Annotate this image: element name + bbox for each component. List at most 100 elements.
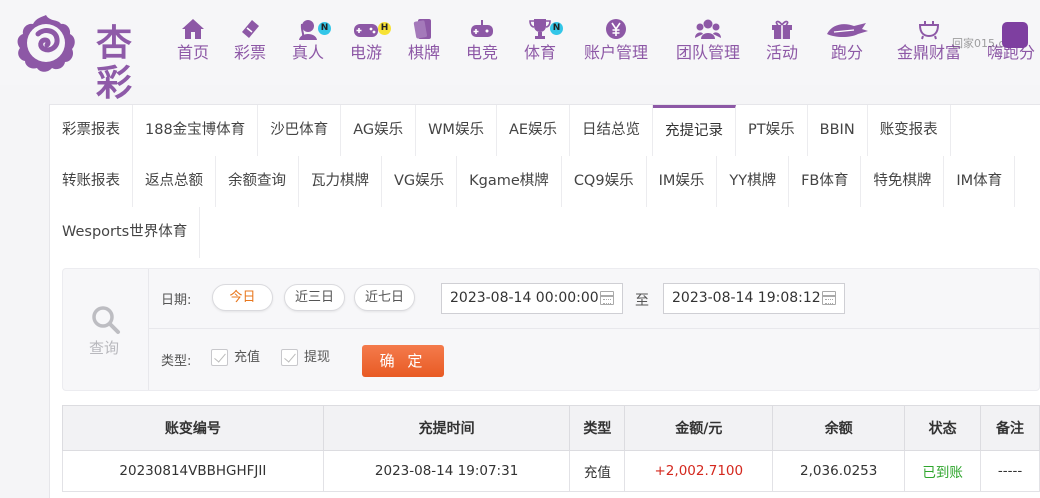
nav-sports-label: 体育	[523, 43, 556, 62]
tab-daily-summary[interactable]: 日结总览	[570, 105, 654, 156]
tab-account-change[interactable]: 账变报表	[868, 105, 951, 156]
live-dealer-icon	[299, 20, 317, 40]
nav-home-label: 首页	[176, 43, 209, 62]
nav-activity-label: 活动	[765, 43, 798, 62]
nav-activity[interactable]: 活动	[765, 18, 799, 70]
to-label: 至	[635, 293, 649, 309]
tab-bbin[interactable]: BBIN	[808, 105, 868, 156]
hi-running-icon	[1002, 22, 1028, 48]
end-datetime-input[interactable]: 2023-08-14 19:08:12	[663, 283, 845, 314]
nav-account[interactable]: 账户管理	[582, 18, 650, 70]
gamepad-icon	[354, 24, 378, 37]
nav-account-label: 账户管理	[583, 43, 648, 62]
tab-transfer-report[interactable]: 转账报表	[50, 156, 133, 207]
nav-sports[interactable]: N 体育	[523, 18, 563, 70]
top-header: 杏彩 首页 彩票 N 真人 H 电游 棋牌 电竞 N 体育 账户管理 团队管理	[0, 0, 1040, 104]
tab-bar-row-2: 转账报表 返点总额 余额查询 瓦力棋牌 VG娱乐 Kgame棋牌 CQ9娱乐 I…	[50, 156, 1016, 207]
records-table: 账变编号 充提时间 类型 金额/元 余额 状态 备注 20230814VBBHG…	[62, 405, 1040, 492]
nav-esports-label: 电竞	[465, 43, 498, 62]
playing-cards-icon	[413, 19, 431, 39]
tab-im-entertainment[interactable]: IM娱乐	[647, 156, 718, 207]
new-badge: N	[550, 22, 563, 35]
nav-running[interactable]: 跑分	[823, 18, 871, 70]
tab-saba-sports[interactable]: 沙巴体育	[258, 105, 342, 156]
range-today-button[interactable]: 今日	[212, 284, 273, 311]
search-icon	[92, 306, 120, 334]
calendar-icon[interactable]	[600, 291, 614, 305]
nav-running-label: 跑分	[830, 43, 863, 62]
tab-yy-chess[interactable]: YY棋牌	[717, 156, 790, 207]
tab-lottery-report[interactable]: 彩票报表	[50, 105, 133, 156]
tab-bar-row-1: 彩票报表 188金宝博体育 沙巴体育 AG娱乐 WM娱乐 AE娱乐 日结总览 充…	[50, 105, 951, 156]
tab-im-sports[interactable]: IM体育	[944, 156, 1016, 207]
nav-egames[interactable]: H 电游	[349, 18, 391, 70]
cell-type: 充值	[569, 450, 626, 492]
start-datetime-input[interactable]: 2023-08-14 00:00:00	[441, 283, 623, 314]
tab-balance-query[interactable]: 余额查询	[216, 156, 299, 207]
nav-egames-label: 电游	[349, 43, 382, 62]
tab-pt[interactable]: PT娱乐	[736, 105, 808, 156]
site-logo[interactable]: 杏彩	[14, 12, 169, 104]
tab-kgame-chess[interactable]: Kgame棋牌	[457, 156, 562, 207]
tab-fb-sports[interactable]: FB体育	[789, 156, 862, 207]
start-datetime-value: 2023-08-14 00:00:00	[450, 290, 599, 306]
nav-lottery[interactable]: 彩票	[233, 18, 267, 70]
range-7-days-button[interactable]: 近七日	[354, 284, 415, 311]
col-type: 类型	[569, 405, 626, 451]
logo-emblem-icon	[17, 15, 75, 72]
tab-cq9[interactable]: CQ9娱乐	[562, 156, 647, 207]
col-note: 备注	[980, 405, 1040, 451]
runner-icon	[827, 23, 868, 37]
tab-deposit-withdraw[interactable]: 充提记录	[653, 105, 737, 156]
nav-esports[interactable]: 电竞	[465, 18, 499, 70]
gift-icon	[772, 20, 792, 39]
tab-rebate-total[interactable]: 返点总额	[133, 156, 216, 207]
query-icon-area[interactable]: 查询	[63, 269, 149, 390]
lottery-ticket-icon	[242, 20, 259, 38]
calendar-icon[interactable]	[822, 291, 836, 305]
tab-wm[interactable]: WM娱乐	[416, 105, 497, 156]
new-badge: N	[318, 22, 331, 35]
col-time: 充提时间	[322, 405, 571, 451]
cell-balance: 2,036.0253	[772, 450, 906, 492]
withdraw-checkbox-label: 提现	[304, 350, 331, 365]
date-label: 日期:	[161, 293, 192, 308]
logo-text: 杏彩	[96, 23, 134, 104]
cell-transaction-id: 20230814VBBHGHFJII	[62, 450, 324, 492]
type-label: 类型:	[161, 354, 192, 369]
col-transaction-id: 账变编号	[62, 405, 324, 451]
nav-team[interactable]: 团队管理	[674, 18, 742, 70]
cell-note: -----	[980, 450, 1040, 492]
col-balance: 余额	[772, 405, 906, 451]
nav-chess-label: 棋牌	[407, 43, 440, 62]
tab-ag[interactable]: AG娱乐	[341, 105, 417, 156]
home-icon	[182, 19, 204, 39]
tab-188-sports[interactable]: 188金宝博体育	[133, 105, 259, 156]
col-status: 状态	[904, 405, 982, 451]
nav-chess[interactable]: 棋牌	[407, 18, 441, 70]
tab-temian-chess[interactable]: 特免棋牌	[861, 156, 945, 207]
tab-wesports[interactable]: Wesports世界体育	[50, 207, 201, 258]
cell-amount: +2,002.7100	[624, 450, 774, 492]
col-amount: 金额/元	[624, 405, 774, 451]
yen-coin-icon	[606, 19, 626, 39]
end-datetime-value: 2023-08-14 19:08:12	[672, 290, 821, 306]
tab-wali-chess[interactable]: 瓦力棋牌	[299, 156, 382, 207]
cell-time: 2023-08-14 19:07:31	[322, 450, 571, 492]
trophy-icon	[529, 19, 551, 39]
tab-bar-row-3: Wesports世界体育	[50, 207, 201, 258]
query-box: 查询 日期: 今日 近三日 近七日 2023-08-14 00:00:00 至 …	[62, 268, 1040, 391]
nav-team-label: 团队管理	[675, 43, 740, 62]
nav-home[interactable]: 首页	[176, 18, 210, 70]
confirm-button[interactable]: 确 定	[362, 345, 444, 377]
nav-live[interactable]: N 真人	[291, 18, 331, 70]
type-filter-row: 类型: 充值 提现 确 定	[149, 329, 1039, 390]
table-row: 20230814VBBHGHFJII 2023-08-14 19:07:31 充…	[62, 450, 1040, 492]
tab-ae[interactable]: AE娱乐	[497, 105, 571, 156]
range-3-days-button[interactable]: 近三日	[284, 284, 345, 311]
table-header-row: 账变编号 充提时间 类型 金额/元 余额 状态 备注	[62, 405, 1040, 451]
query-label: 查询	[89, 339, 120, 357]
team-icon	[695, 19, 721, 39]
cell-status: 已到账	[904, 450, 982, 492]
tab-vg[interactable]: VG娱乐	[382, 156, 458, 207]
